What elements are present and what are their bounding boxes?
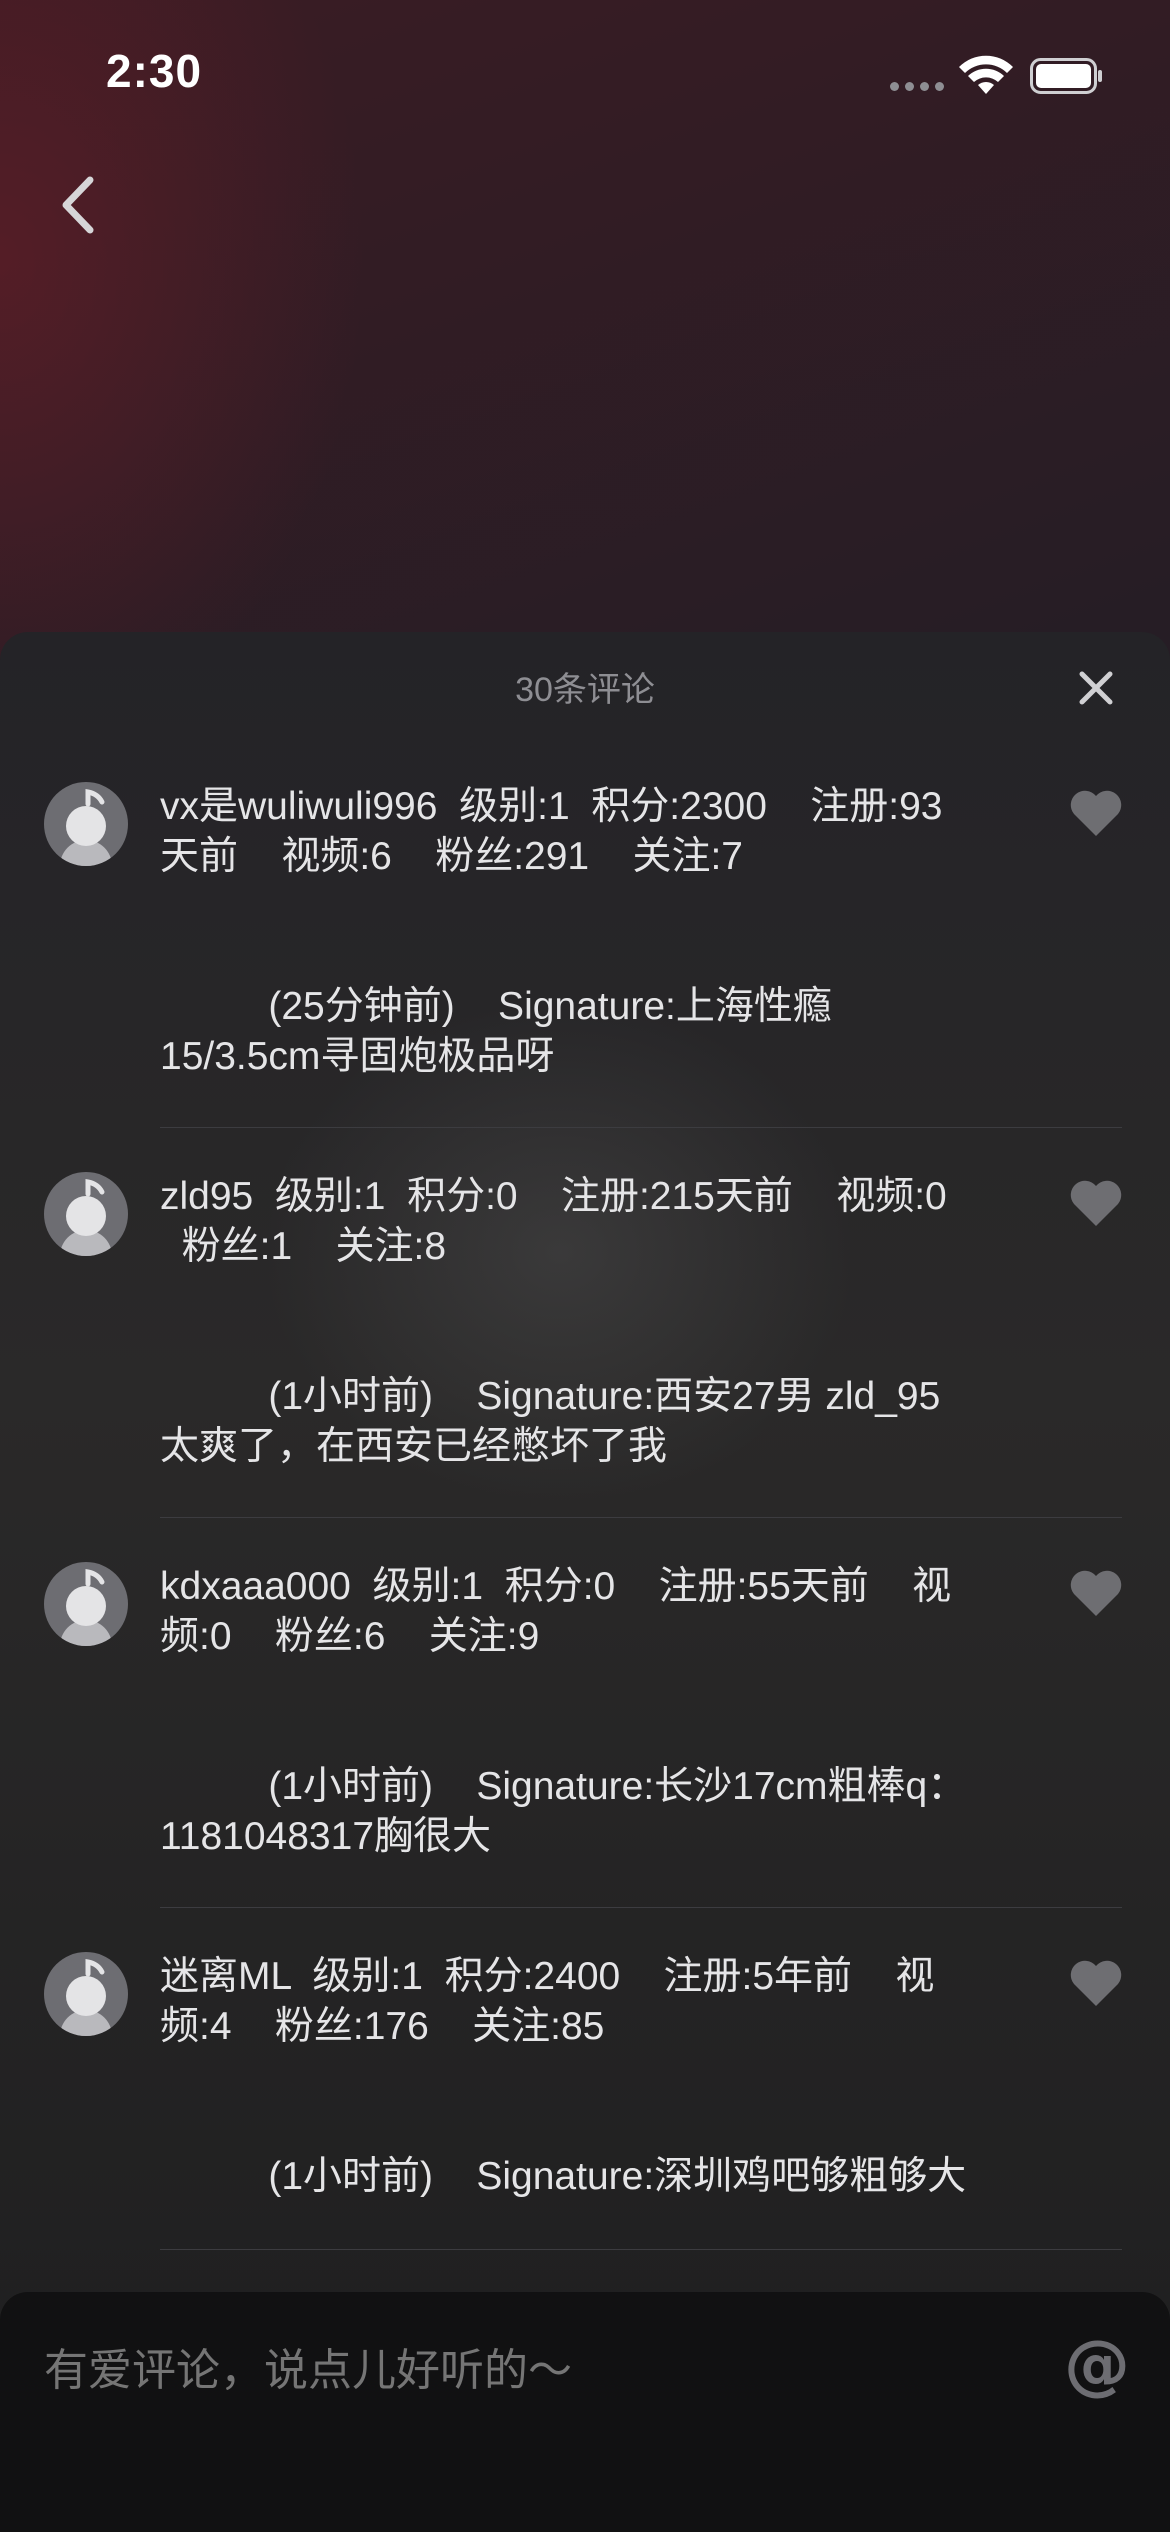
heart-icon[interactable]: [1066, 784, 1126, 840]
comment-text: 迷离ML 级别:1 积分:2400 注册:5年前 视 频:4 粉丝:176 关注…: [160, 1955, 967, 2198]
comment-count-title: 30条评论: [515, 671, 655, 709]
cellular-signal-icon: [890, 82, 944, 91]
back-chevron-icon[interactable]: [50, 170, 110, 240]
avatar[interactable]: [44, 1562, 128, 1646]
battery-icon: [1030, 58, 1102, 94]
mention-at-icon[interactable]: @: [1064, 2326, 1130, 2403]
heart-icon[interactable]: [1066, 1564, 1126, 1620]
user-placeholder-icon: [60, 1568, 112, 1646]
comment-text: vx是wuliwuli996 级别:1 积分:2300 注册:93 天前 视频:…: [160, 785, 943, 1078]
avatar[interactable]: [44, 1952, 128, 2036]
divider: [160, 1127, 1122, 1128]
user-placeholder-icon: [60, 1958, 112, 2036]
close-icon[interactable]: [1072, 664, 1120, 712]
status-time: 2:30: [106, 45, 203, 97]
divider: [160, 1517, 1122, 1518]
comment-text: kdxaaa000 级别:1 积分:0 注册:55天前 视 频:0 粉丝:6 关…: [160, 1565, 967, 1858]
avatar[interactable]: [44, 1172, 128, 1256]
user-placeholder-icon: [60, 1178, 112, 1256]
comment-input[interactable]: [44, 2336, 1024, 2406]
divider: [160, 2249, 1122, 2250]
comment-input-bar: [0, 2292, 1170, 2532]
divider: [160, 1907, 1122, 1908]
status-icons: [890, 52, 1110, 102]
comment-text: zld95 级别:1 积分:0 注册:215天前 视频:0 粉丝:1 关注:8 …: [160, 1175, 947, 1468]
user-placeholder-icon: [60, 788, 112, 866]
heart-icon[interactable]: [1066, 1954, 1126, 2010]
wifi-icon: [959, 55, 1013, 94]
heart-icon[interactable]: [1066, 1174, 1126, 1230]
avatar[interactable]: [44, 782, 128, 866]
